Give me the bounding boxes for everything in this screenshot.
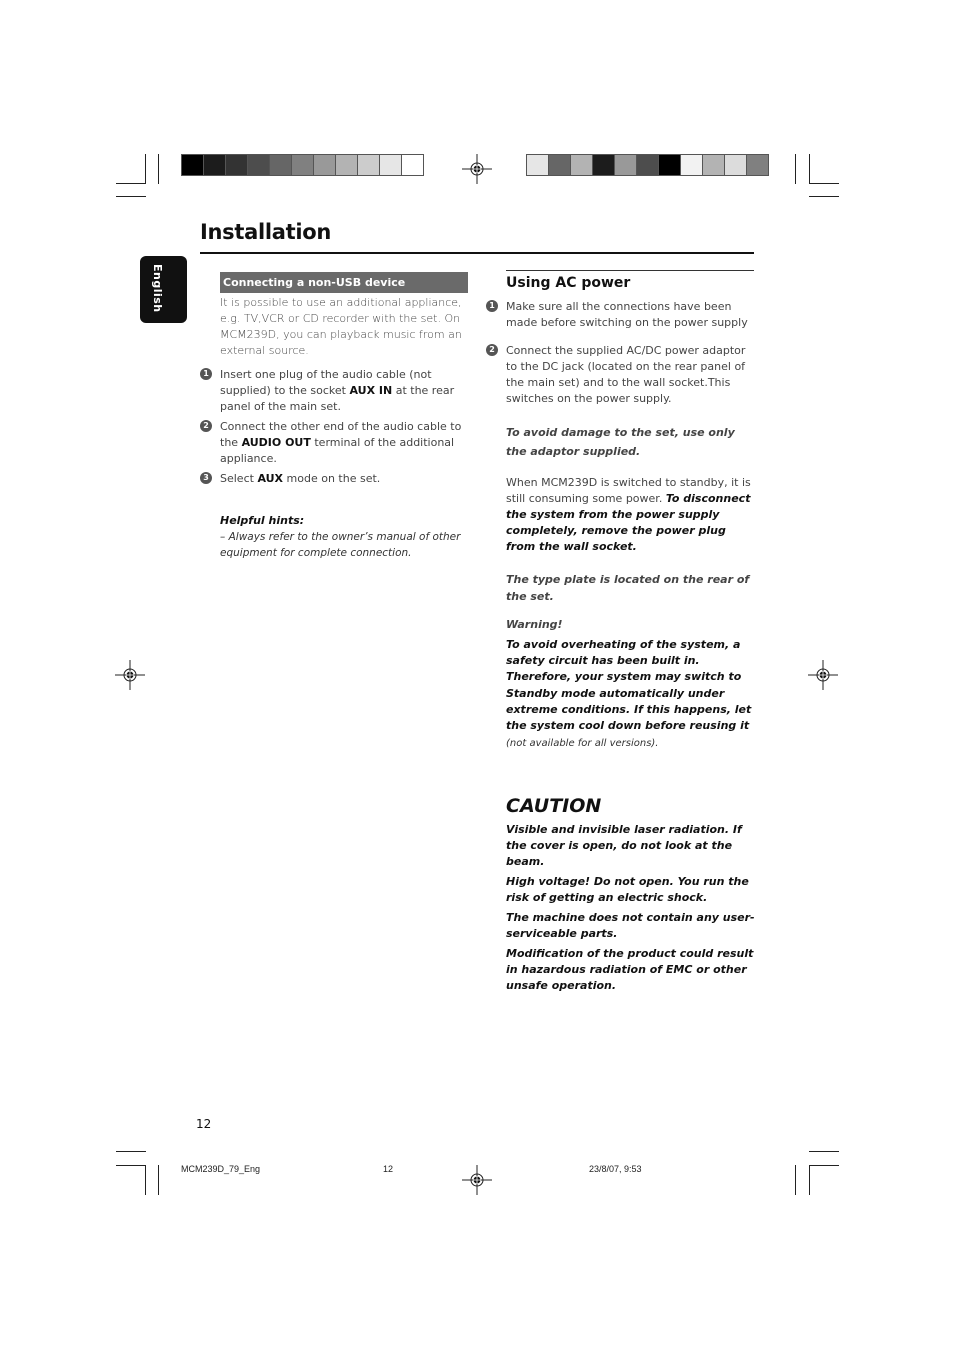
crop-mark (809, 196, 839, 197)
page-title: Installation (200, 220, 332, 244)
right-column: Using AC power 1 Make sure all the conne… (486, 270, 756, 994)
crop-mark (795, 1165, 796, 1195)
color-swatch (182, 155, 203, 175)
crop-mark (145, 154, 146, 184)
slug-filename: MCM239D_79_Eng (181, 1164, 261, 1174)
slug-date: 23/8/07, 9:53 (589, 1164, 642, 1174)
caution-paragraph: High voltage! Do not open. You run the r… (506, 875, 749, 905)
crop-mark (116, 1151, 146, 1152)
crop-mark (145, 1165, 146, 1195)
section-heading-ac-power: Using AC power (506, 275, 631, 291)
type-plate-note: The type plate is located on the rear of… (506, 573, 750, 603)
language-tab-label: English (151, 264, 164, 313)
crop-mark (116, 183, 146, 184)
step-text: Make sure all the connections have been … (506, 300, 748, 329)
color-swatch (549, 155, 570, 175)
color-swatch (358, 155, 379, 175)
color-swatch (204, 155, 225, 175)
step-item: 2 Connect the supplied AC/DC power adapt… (486, 343, 756, 407)
color-swatch (659, 155, 680, 175)
step-item: 2 Connect the other end of the audio cab… (200, 419, 470, 467)
crop-mark (158, 1165, 159, 1195)
step-keyword: AUX IN (349, 384, 393, 397)
color-swatch (248, 155, 269, 175)
slug-page: 12 (383, 1164, 394, 1174)
caution-heading: CAUTION (506, 795, 602, 818)
step-text: Insert one plug of the audio cable (not … (220, 368, 454, 413)
section-divider (506, 270, 754, 271)
color-swatch (725, 155, 746, 175)
step-keyword: AUDIO OUT (241, 436, 311, 449)
warning-availability-note: (not available for all versions). (506, 738, 659, 750)
color-swatch (637, 155, 658, 175)
crop-mark (158, 154, 159, 184)
hints-heading: Helpful hints: (220, 514, 305, 527)
registration-mark-icon (808, 660, 838, 690)
color-swatch (681, 155, 702, 175)
warning-heading: Warning! (506, 618, 563, 631)
crop-mark (809, 1151, 839, 1152)
caution-paragraph: The machine does not contain any user-se… (506, 911, 755, 941)
step-text: Select AUX mode on the set. (220, 472, 380, 485)
color-swatch (747, 155, 768, 175)
step-number-icon: 2 (200, 420, 212, 432)
step-text-part: mode on the set. (283, 472, 381, 485)
step-item: 3 Select AUX mode on the set. (200, 471, 470, 487)
helpful-hints: Helpful hints: – Always refer to the own… (220, 513, 470, 561)
crop-mark (809, 183, 839, 184)
color-swatch (380, 155, 401, 175)
step-keyword: AUX (257, 472, 284, 485)
color-swatch (336, 155, 357, 175)
color-swatch (292, 155, 313, 175)
color-swatch (314, 155, 335, 175)
title-divider (200, 252, 754, 254)
step-number-icon: 1 (486, 300, 498, 312)
crop-mark (809, 154, 810, 184)
step-text: Connect the supplied AC/DC power adaptor… (506, 344, 746, 405)
step-text-part: Select (220, 472, 258, 485)
standby-paragraph: When MCM239D is switched to standby, it … (506, 475, 756, 555)
step-number-icon: 2 (486, 344, 498, 356)
color-swatch (571, 155, 592, 175)
color-swatch (703, 155, 724, 175)
warning-body: To avoid overheating of the system, a sa… (506, 637, 756, 752)
crop-mark (795, 154, 796, 184)
left-column: Connecting a non-USB device It is possib… (200, 272, 470, 561)
registration-mark-icon (462, 154, 492, 184)
color-swatch (270, 155, 291, 175)
intro-paragraph: It is possible to use an additional appl… (220, 296, 462, 357)
warning-text: To avoid overheating of the system, a sa… (506, 638, 752, 733)
crop-mark (116, 1165, 146, 1166)
color-calibration-strip-right (526, 154, 769, 176)
caution-paragraph: Visible and invisible laser radiation. I… (506, 823, 742, 869)
color-calibration-strip-left (181, 154, 424, 176)
section-heading-non-usb: Connecting a non-USB device (220, 272, 468, 293)
registration-mark-icon (115, 660, 145, 690)
registration-mark-icon (462, 1165, 492, 1195)
step-number-icon: 3 (200, 472, 212, 484)
hints-body: – Always refer to the owner’s manual of … (220, 531, 461, 559)
color-swatch (615, 155, 636, 175)
color-swatch (402, 155, 423, 175)
step-item: 1 Insert one plug of the audio cable (no… (200, 367, 470, 415)
color-swatch (226, 155, 247, 175)
damage-note: To avoid damage to the set, use only the… (506, 426, 735, 458)
page-number: 12 (196, 1117, 212, 1131)
color-swatch (527, 155, 548, 175)
crop-mark (809, 1165, 810, 1195)
step-number-icon: 1 (200, 368, 212, 380)
color-swatch (593, 155, 614, 175)
crop-mark (116, 196, 146, 197)
crop-mark (809, 1165, 839, 1166)
language-tab: English (140, 256, 187, 323)
step-item: 1 Make sure all the connections have bee… (486, 299, 756, 331)
step-text: Connect the other end of the audio cable… (220, 420, 461, 465)
caution-paragraph: Modification of the product could result… (506, 947, 754, 993)
